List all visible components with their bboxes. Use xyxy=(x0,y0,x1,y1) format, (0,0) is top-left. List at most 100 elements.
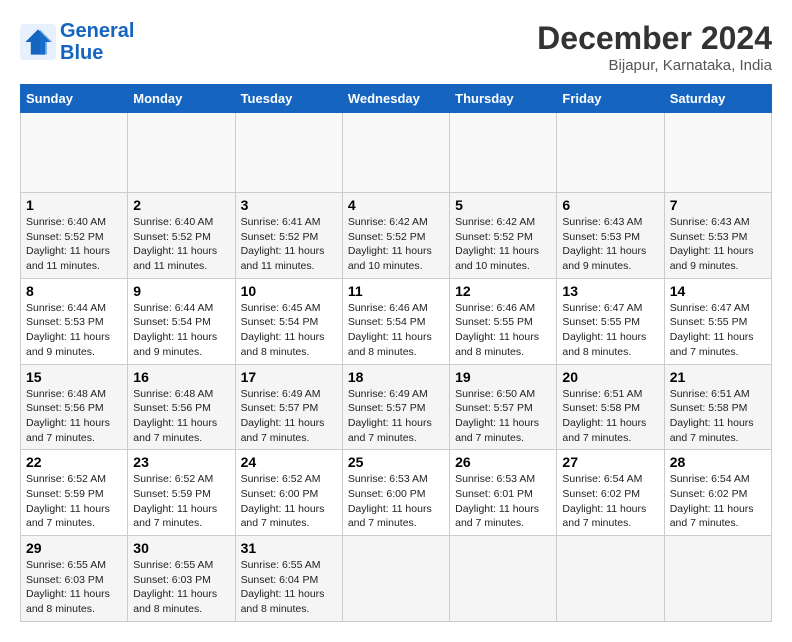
calendar-cell: 16Sunrise: 6:48 AMSunset: 5:56 PMDayligh… xyxy=(128,364,235,450)
day-info: Sunrise: 6:48 AMSunset: 5:56 PMDaylight:… xyxy=(26,387,122,446)
day-number: 11 xyxy=(348,283,444,299)
logo: General Blue xyxy=(20,20,134,64)
day-info: Sunrise: 6:47 AMSunset: 5:55 PMDaylight:… xyxy=(562,301,658,360)
calendar-cell xyxy=(342,113,449,193)
day-number: 13 xyxy=(562,283,658,299)
month-title: December 2024 xyxy=(537,20,772,57)
calendar-cell xyxy=(21,113,128,193)
calendar-cell xyxy=(664,536,771,622)
day-number: 7 xyxy=(670,197,766,213)
day-info: Sunrise: 6:44 AMSunset: 5:54 PMDaylight:… xyxy=(133,301,229,360)
day-info: Sunrise: 6:53 AMSunset: 6:00 PMDaylight:… xyxy=(348,472,444,531)
calendar-cell xyxy=(557,536,664,622)
calendar-cell: 12 Sunrise: 6:46 AMSunset: 5:55 PMDayligh… xyxy=(450,278,557,364)
day-info: Sunrise: 6:46 AMSunset: 5:54 PMDaylight:… xyxy=(348,301,444,360)
day-number: 22 xyxy=(26,454,122,470)
calendar-cell: 21Sunrise: 6:51 AMSunset: 5:58 PMDayligh… xyxy=(664,364,771,450)
week-row: 8 Sunrise: 6:44 AMSunset: 5:53 PMDaylight… xyxy=(21,278,772,364)
day-info: Sunrise: 6:49 AMSunset: 5:57 PMDaylight:… xyxy=(348,387,444,446)
day-info: Sunrise: 6:46 AMSunset: 5:55 PMDaylight:… xyxy=(455,301,551,360)
header-day: Saturday xyxy=(664,85,771,113)
calendar-cell: 28 Sunrise: 6:54 AMSunset: 6:02 PMDayligh… xyxy=(664,450,771,536)
calendar-cell xyxy=(450,536,557,622)
day-info: Sunrise: 6:42 AMSunset: 5:52 PMDaylight:… xyxy=(348,215,444,274)
calendar-cell xyxy=(664,113,771,193)
day-number: 1 xyxy=(26,197,122,213)
day-info: Sunrise: 6:42 AMSunset: 5:52 PMDaylight:… xyxy=(455,215,551,274)
calendar-cell: 17Sunrise: 6:49 AMSunset: 5:57 PMDayligh… xyxy=(235,364,342,450)
calendar-cell: 26 Sunrise: 6:53 AMSunset: 6:01 PMDayligh… xyxy=(450,450,557,536)
day-info: Sunrise: 6:52 AMSunset: 6:00 PMDaylight:… xyxy=(241,472,337,531)
day-number: 19 xyxy=(455,369,551,385)
week-row: 1Sunrise: 6:40 AMSunset: 5:52 PMDaylight… xyxy=(21,193,772,279)
header-day: Monday xyxy=(128,85,235,113)
day-number: 21 xyxy=(670,369,766,385)
day-number: 31 xyxy=(241,540,337,556)
day-number: 2 xyxy=(133,197,229,213)
logo-text: General Blue xyxy=(60,20,134,64)
calendar-cell: 19 Sunrise: 6:50 AMSunset: 5:57 PMDayligh… xyxy=(450,364,557,450)
calendar-cell: 23 Sunrise: 6:52 AMSunset: 5:59 PMDayligh… xyxy=(128,450,235,536)
day-number: 6 xyxy=(562,197,658,213)
day-info: Sunrise: 6:50 AMSunset: 5:57 PMDaylight:… xyxy=(455,387,551,446)
day-number: 28 xyxy=(670,454,766,470)
header-day: Tuesday xyxy=(235,85,342,113)
calendar-cell: 25 Sunrise: 6:53 AMSunset: 6:00 PMDayligh… xyxy=(342,450,449,536)
location: Bijapur, Karnataka, India xyxy=(537,57,772,74)
day-number: 5 xyxy=(455,197,551,213)
calendar-cell xyxy=(450,113,557,193)
day-number: 24 xyxy=(241,454,337,470)
day-number: 14 xyxy=(670,283,766,299)
day-number: 20 xyxy=(562,369,658,385)
day-number: 25 xyxy=(348,454,444,470)
day-info: Sunrise: 6:53 AMSunset: 6:01 PMDaylight:… xyxy=(455,472,551,531)
day-number: 26 xyxy=(455,454,551,470)
day-info: Sunrise: 6:54 AMSunset: 6:02 PMDaylight:… xyxy=(562,472,658,531)
title-area: December 2024 Bijapur, Karnataka, India xyxy=(537,20,772,74)
header-row: SundayMondayTuesdayWednesdayThursdayFrid… xyxy=(21,85,772,113)
calendar-cell: 7 Sunrise: 6:43 AMSunset: 5:53 PMDaylight… xyxy=(664,193,771,279)
calendar-cell: 31Sunrise: 6:55 AMSunset: 6:04 PMDayligh… xyxy=(235,536,342,622)
page-header: General Blue December 2024 Bijapur, Karn… xyxy=(20,20,772,74)
calendar-cell: 29Sunrise: 6:55 AMSunset: 6:03 PMDayligh… xyxy=(21,536,128,622)
calendar-cell: 13 Sunrise: 6:47 AMSunset: 5:55 PMDayligh… xyxy=(557,278,664,364)
calendar-cell: 4 Sunrise: 6:42 AMSunset: 5:52 PMDaylight… xyxy=(342,193,449,279)
calendar-cell: 20Sunrise: 6:51 AMSunset: 5:58 PMDayligh… xyxy=(557,364,664,450)
day-info: Sunrise: 6:47 AMSunset: 5:55 PMDaylight:… xyxy=(670,301,766,360)
day-number: 3 xyxy=(241,197,337,213)
calendar-cell xyxy=(128,113,235,193)
calendar-cell: 9 Sunrise: 6:44 AMSunset: 5:54 PMDaylight… xyxy=(128,278,235,364)
day-info: Sunrise: 6:55 AMSunset: 6:03 PMDaylight:… xyxy=(26,558,122,617)
header-day: Friday xyxy=(557,85,664,113)
day-number: 8 xyxy=(26,283,122,299)
calendar-cell xyxy=(342,536,449,622)
week-row: 15 Sunrise: 6:48 AMSunset: 5:56 PMDayligh… xyxy=(21,364,772,450)
calendar-cell: 8 Sunrise: 6:44 AMSunset: 5:53 PMDaylight… xyxy=(21,278,128,364)
day-number: 9 xyxy=(133,283,229,299)
day-number: 4 xyxy=(348,197,444,213)
day-number: 12 xyxy=(455,283,551,299)
week-row xyxy=(21,113,772,193)
calendar-cell: 30Sunrise: 6:55 AMSunset: 6:03 PMDayligh… xyxy=(128,536,235,622)
day-info: Sunrise: 6:55 AMSunset: 6:03 PMDaylight:… xyxy=(133,558,229,617)
day-number: 18 xyxy=(348,369,444,385)
day-info: Sunrise: 6:54 AMSunset: 6:02 PMDaylight:… xyxy=(670,472,766,531)
day-info: Sunrise: 6:45 AMSunset: 5:54 PMDaylight:… xyxy=(241,301,337,360)
week-row: 29Sunrise: 6:55 AMSunset: 6:03 PMDayligh… xyxy=(21,536,772,622)
calendar-cell: 24 Sunrise: 6:52 AMSunset: 6:00 PMDayligh… xyxy=(235,450,342,536)
day-number: 27 xyxy=(562,454,658,470)
calendar-cell: 2Sunrise: 6:40 AMSunset: 5:52 PMDaylight… xyxy=(128,193,235,279)
day-info: Sunrise: 6:52 AMSunset: 5:59 PMDaylight:… xyxy=(133,472,229,531)
day-number: 23 xyxy=(133,454,229,470)
header-day: Wednesday xyxy=(342,85,449,113)
day-number: 15 xyxy=(26,369,122,385)
calendar-cell: 14 Sunrise: 6:47 AMSunset: 5:55 PMDayligh… xyxy=(664,278,771,364)
calendar-cell: 6Sunrise: 6:43 AMSunset: 5:53 PMDaylight… xyxy=(557,193,664,279)
calendar-cell: 10Sunrise: 6:45 AMSunset: 5:54 PMDayligh… xyxy=(235,278,342,364)
calendar-cell: 18 Sunrise: 6:49 AMSunset: 5:57 PMDayligh… xyxy=(342,364,449,450)
day-info: Sunrise: 6:44 AMSunset: 5:53 PMDaylight:… xyxy=(26,301,122,360)
day-info: Sunrise: 6:43 AMSunset: 5:53 PMDaylight:… xyxy=(670,215,766,274)
calendar-cell: 3Sunrise: 6:41 AMSunset: 5:52 PMDaylight… xyxy=(235,193,342,279)
day-info: Sunrise: 6:48 AMSunset: 5:56 PMDaylight:… xyxy=(133,387,229,446)
calendar-cell xyxy=(235,113,342,193)
